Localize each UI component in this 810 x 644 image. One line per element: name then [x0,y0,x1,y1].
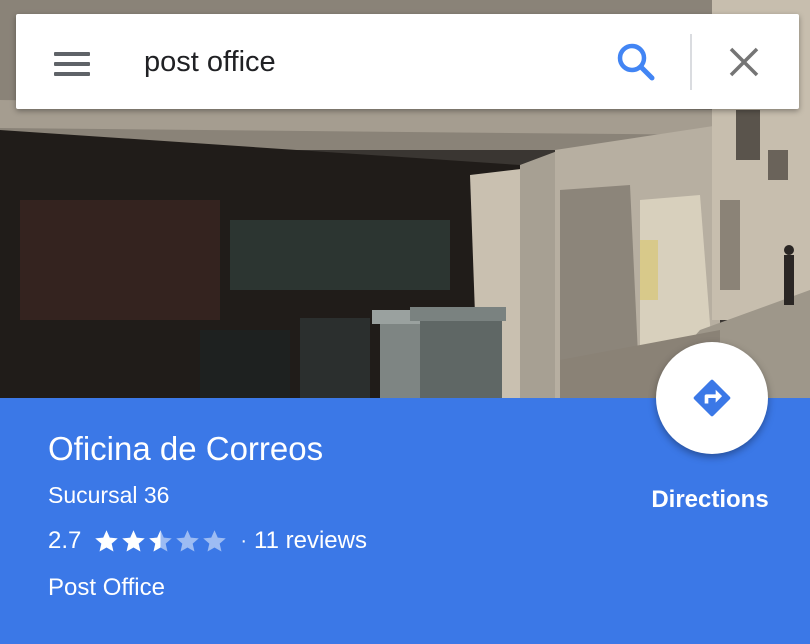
rating-row: 2.7 · 11 reviews [48,525,367,557]
star-empty-icon [176,529,200,552]
star-full-icon [122,529,146,552]
menu-button[interactable] [44,40,100,84]
clear-search-button[interactable] [720,38,768,86]
search-box [16,14,799,109]
hamburger-menu-icon-line [54,62,90,66]
directions-turn-icon [693,379,731,417]
search-input[interactable] [144,38,584,86]
reviews-link[interactable]: 11 reviews [254,527,367,555]
close-icon [729,47,759,77]
search-divider [690,34,692,90]
rating-value: 2.7 [48,527,82,554]
directions-label[interactable]: Directions [610,486,810,514]
star-rating [93,528,228,555]
star-half-icon [149,529,173,552]
star-full-icon [95,529,119,552]
star-empty-icon [203,529,227,552]
place-subtitle: Sucursal 36 [48,482,170,508]
directions-button[interactable] [656,342,768,454]
place-title[interactable]: Oficina de Correos [48,430,323,468]
hamburger-menu-icon-line [54,72,90,76]
search-button[interactable] [612,38,660,86]
hamburger-menu-icon [54,52,90,56]
place-category: Post Office [48,574,165,601]
search-icon [617,43,655,81]
rating-separator: · [240,529,248,552]
